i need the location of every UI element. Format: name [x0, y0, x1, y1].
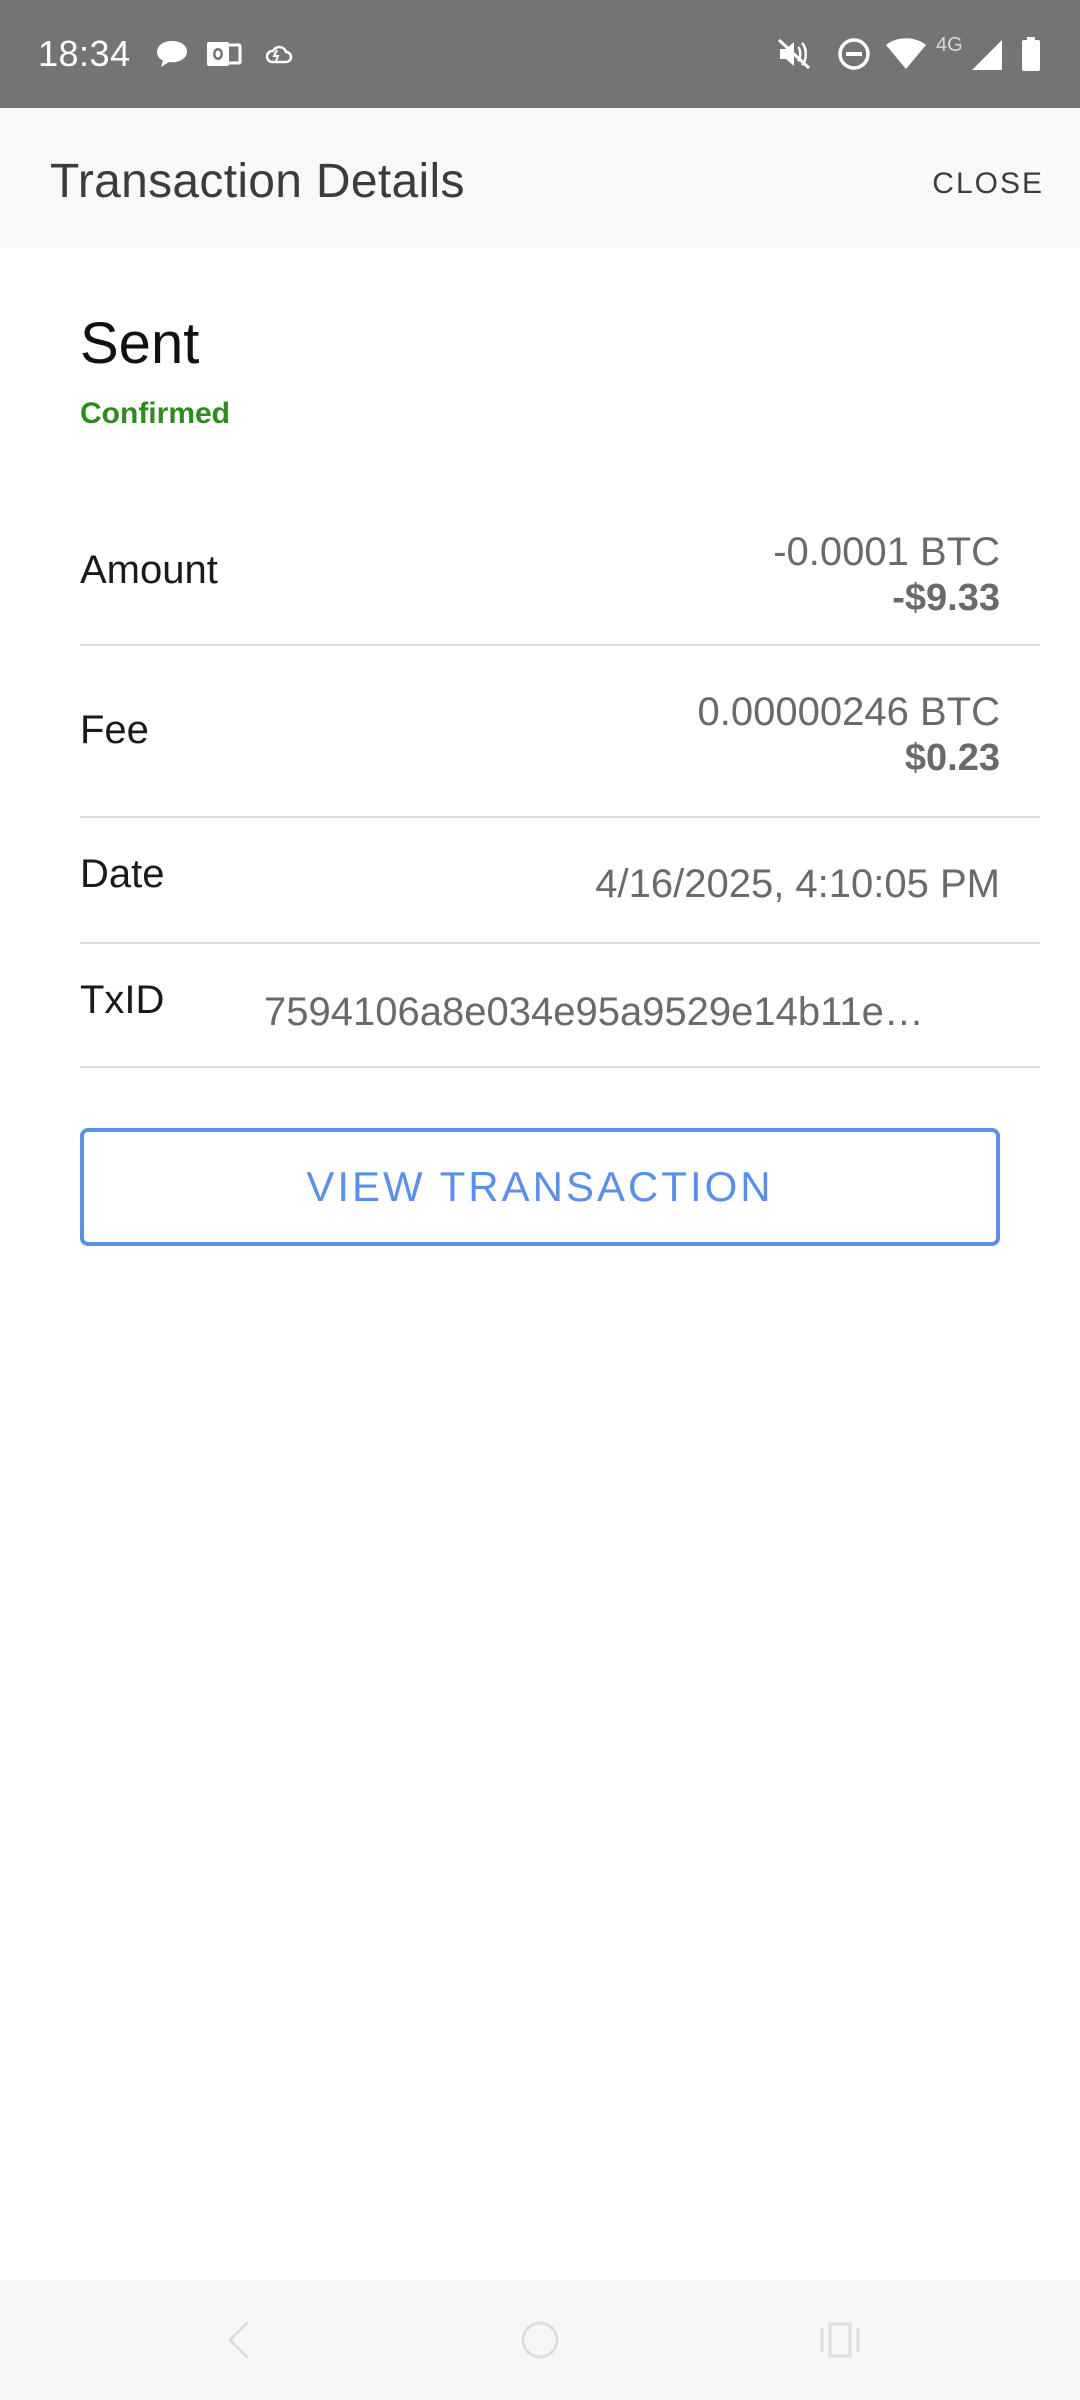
- fee-row: Fee 0.00000246 BTC $0.23: [80, 648, 1040, 818]
- txid-label: TxID: [80, 978, 165, 1022]
- recents-icon[interactable]: [810, 2310, 870, 2370]
- fee-fiat-value: $0.23: [904, 737, 1000, 779]
- navigation-bar: [0, 2280, 1080, 2400]
- close-button[interactable]: CLOSE: [932, 160, 1044, 208]
- outlook-icon: [204, 34, 244, 74]
- amount-row: Amount -0.0001 BTC -$9.33: [80, 510, 1040, 646]
- txid-value[interactable]: 7594106a8e034e95a9529e14b11e…: [264, 986, 1000, 1038]
- battery-icon: [1018, 34, 1044, 74]
- mute-icon: [774, 34, 814, 74]
- amount-btc-value: -0.0001 BTC: [773, 530, 1000, 574]
- wifi-icon: [884, 34, 928, 74]
- app-bar: Transaction Details CLOSE: [0, 108, 1080, 248]
- status-bar: 18:34 4G: [0, 0, 1080, 108]
- fee-btc-value: 0.00000246 BTC: [697, 690, 1000, 734]
- back-icon[interactable]: [210, 2310, 270, 2370]
- status-time: 18:34: [38, 33, 131, 74]
- date-row: Date 4/16/2025, 4:10:05 PM: [80, 820, 1040, 944]
- transaction-type: Sent: [80, 311, 200, 376]
- cloud-icon: [262, 34, 296, 74]
- chat-icon: [152, 34, 192, 74]
- signal-icon: [970, 34, 1006, 74]
- dnd-icon: [834, 34, 874, 74]
- amount-label: Amount: [80, 548, 218, 592]
- txid-row: TxID 7594106a8e034e95a9529e14b11e…: [80, 946, 1040, 1068]
- home-icon[interactable]: [510, 2310, 570, 2370]
- date-value: 4/16/2025, 4:10:05 PM: [595, 862, 1000, 906]
- network-type-label: 4G: [936, 34, 963, 56]
- page-title: Transaction Details: [50, 155, 465, 208]
- fee-label: Fee: [80, 708, 149, 752]
- amount-fiat-value: -$9.33: [892, 577, 1000, 619]
- date-label: Date: [80, 852, 165, 896]
- transaction-status: Confirmed: [80, 397, 230, 430]
- view-transaction-button[interactable]: VIEW TRANSACTION: [80, 1128, 1000, 1246]
